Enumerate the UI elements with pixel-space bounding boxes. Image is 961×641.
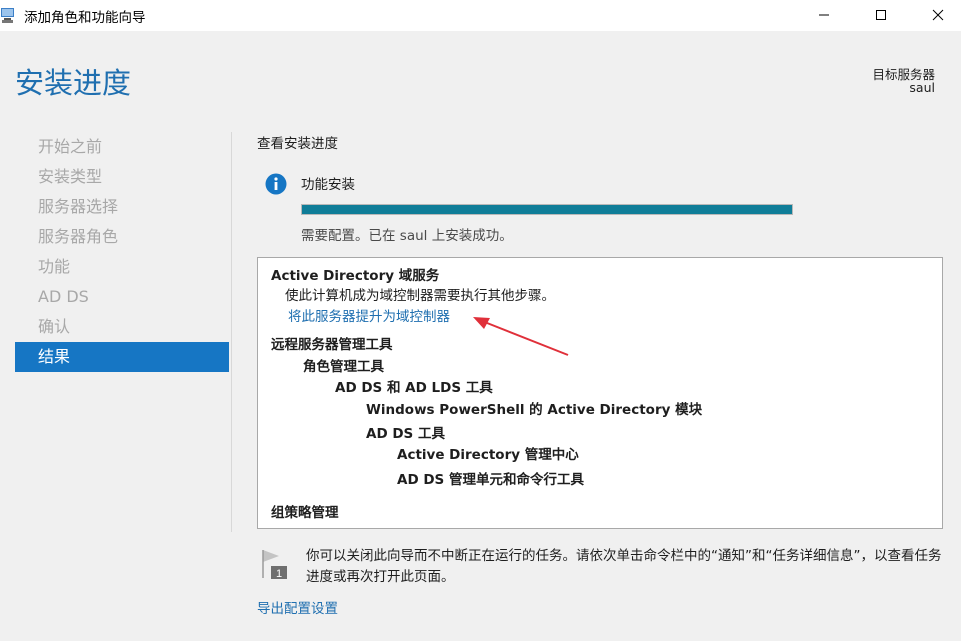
page-title: 安装进度 [15, 66, 132, 100]
target-server-name: saul [909, 80, 935, 95]
result-role-tools: 角色管理工具 [303, 359, 384, 375]
nav-item-features[interactable]: 功能 [15, 252, 229, 282]
result-adds-tools: AD DS 工具 [366, 426, 445, 442]
nav-item-installation-type[interactable]: 安装类型 [15, 162, 229, 192]
installation-progress-bar [301, 204, 793, 215]
maximize-button[interactable] [858, 0, 904, 31]
window-title: 添加角色和功能向导 [24, 10, 146, 26]
result-ad-ds-title: Active Directory 域服务 [271, 268, 440, 284]
result-adds-snapins: AD DS 管理单元和命令行工具 [397, 472, 584, 488]
minimize-button[interactable] [801, 0, 847, 31]
server-manager-icon [0, 6, 16, 24]
wizard-nav: 开始之前 安装类型 服务器选择 服务器角色 功能 AD DS 确认 结果 [15, 132, 229, 372]
info-icon [265, 173, 287, 199]
close-button[interactable] [915, 0, 961, 31]
nav-item-server-roles[interactable]: 服务器角色 [15, 222, 229, 252]
nav-item-before-you-begin[interactable]: 开始之前 [15, 132, 229, 162]
close-icon [932, 6, 944, 25]
result-adds-lds-tools: AD DS 和 AD LDS 工具 [335, 380, 493, 396]
nav-item-ad-ds[interactable]: AD DS [15, 282, 229, 312]
svg-text:1: 1 [276, 568, 282, 580]
result-ad-ds-description: 使此计算机成为域控制器需要执行其他步骤。 [285, 288, 555, 304]
feature-installation-title: 功能安装 [301, 177, 355, 193]
nav-item-server-selection[interactable]: 服务器选择 [15, 192, 229, 222]
result-rsat: 远程服务器管理工具 [271, 337, 393, 353]
view-progress-heading: 查看安装进度 [257, 136, 338, 152]
results-list: Active Directory 域服务 使此计算机成为域控制器需要执行其他步骤… [257, 257, 943, 529]
installation-status-text: 需要配置。已在 saul 上安装成功。 [301, 228, 513, 244]
progress-bar-fill [302, 205, 792, 214]
nav-divider [231, 132, 232, 532]
maximize-icon [875, 6, 887, 25]
promote-to-domain-controller-link[interactable]: 将此服务器提升为域控制器 [288, 305, 450, 325]
minimize-icon [818, 6, 830, 25]
wizard-notice-text: 你可以关闭此向导而不中断正在运行的任务。请依次单击命令栏中的“通知”和“任务详细… [306, 548, 942, 585]
annotation-arrow-icon [473, 317, 569, 356]
notification-flag-icon: 1 [261, 548, 291, 584]
result-ps-module: Windows PowerShell 的 Active Directory 模块 [366, 402, 703, 418]
result-ad-admin-center: Active Directory 管理中心 [397, 447, 579, 463]
result-group-policy-management: 组策略管理 [271, 505, 339, 521]
nav-item-results[interactable]: 结果 [15, 342, 229, 372]
nav-item-confirmation[interactable]: 确认 [15, 312, 229, 342]
export-configuration-link[interactable]: 导出配置设置 [257, 597, 338, 617]
title-bar: 添加角色和功能向导 [0, 0, 961, 31]
